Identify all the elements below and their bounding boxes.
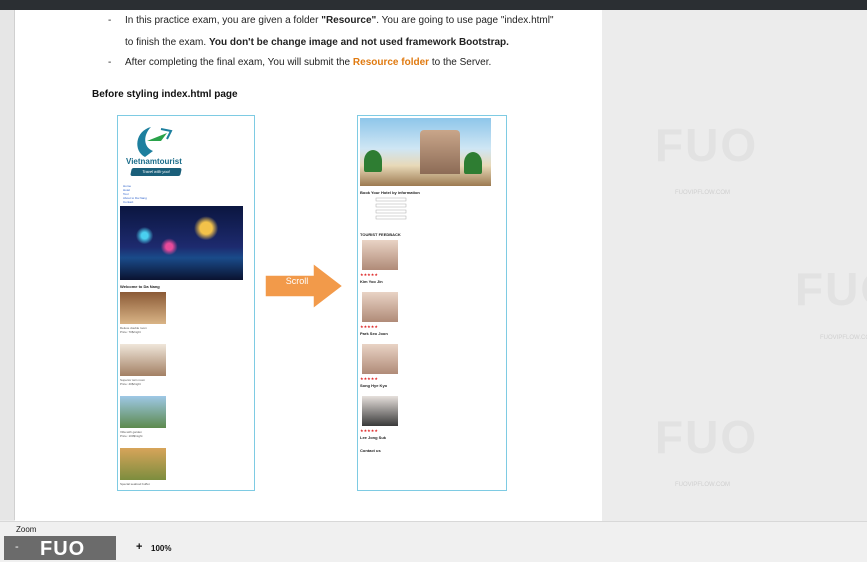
section-heading: Before styling index.html page [92, 89, 238, 100]
reviewer-name: Song Hye Kyo [360, 383, 388, 388]
feedback-title: TOURIST FEEDBACK [360, 232, 401, 237]
reviewer-name: Kim Yoo Jin [360, 279, 383, 284]
villa-image [120, 396, 166, 428]
instruction-line-2: to finish the exam. You don't be change … [125, 37, 509, 48]
zoom-in-button[interactable]: + [136, 541, 142, 553]
watermark: FUO [655, 411, 759, 463]
avatar [362, 240, 398, 270]
footer-title: Contact us [360, 448, 381, 453]
fuo-logo: FUO [40, 538, 86, 560]
rating-stars: ★★★★★ [360, 272, 378, 277]
scroll-arrow-icon [265, 263, 343, 309]
item-text: Villa with garden Price: 100$/night [120, 430, 143, 438]
bullet: - [108, 57, 112, 68]
avatar [362, 396, 398, 426]
document-page: - In this practice exam, you are given a… [15, 10, 602, 521]
watermark-sub: FUOVIPFLOW.COM [675, 482, 731, 488]
nav-list: Home Hotel Tour About to Da Nang Contact [123, 184, 147, 204]
avatar [362, 292, 398, 322]
logo-tagline: Travel with you! [130, 168, 182, 176]
item-text: Special seafood buffet [120, 482, 150, 486]
logo-mark-icon [137, 127, 173, 157]
zoom-out-button[interactable]: - [15, 541, 19, 553]
watermark-sub: FUOVIPFLOW.COM [675, 190, 731, 196]
bullet: - [108, 15, 112, 26]
status-bar [0, 521, 867, 562]
watermark: FUO [795, 263, 867, 315]
item-text: Deluxe double room Price: 70$/night [120, 326, 147, 334]
rating-stars: ★★★★★ [360, 324, 378, 329]
before-page-mockup: Vietnamtourist Travel with you! Home Hot… [117, 115, 255, 491]
fireworks-image [120, 206, 243, 280]
rating-stars: ★★★★★ [360, 376, 378, 381]
instruction-line-1: In this practice exam, you are given a f… [125, 15, 554, 26]
top-bar [0, 0, 867, 10]
watermark-sub: FUOVIPFLOW.COM [820, 335, 867, 341]
rating-stars: ★★★★★ [360, 428, 378, 433]
scroll-label: Scroll [285, 276, 309, 286]
logo-text: Vietnamtourist [126, 157, 182, 166]
zoom-value: 100% [151, 544, 172, 553]
reviewer-name: Lee Jong Suk [360, 435, 387, 440]
watermark: FUO [655, 119, 759, 171]
logo: Vietnamtourist Travel with you! [123, 121, 183, 183]
left-gutter [0, 10, 15, 520]
item-text: Superior twin room Price: 40$/night [120, 378, 146, 386]
hotel-image [360, 118, 491, 186]
avatar [362, 344, 398, 374]
form-title: Book Your Hotel by information [360, 190, 420, 195]
welcome-title: Welcome to Da Nang [120, 284, 160, 289]
room-image [120, 344, 166, 376]
after-page-mockup: Book Your Hotel by information TOURIST F… [357, 115, 507, 491]
food-image [120, 448, 166, 480]
room-image [120, 292, 166, 324]
zoom-label: Zoom [16, 525, 37, 534]
reviewer-name: Park Seo Joon [360, 331, 388, 336]
booking-form [375, 197, 407, 220]
instruction-line-3: After completing the final exam, You wil… [125, 57, 492, 68]
